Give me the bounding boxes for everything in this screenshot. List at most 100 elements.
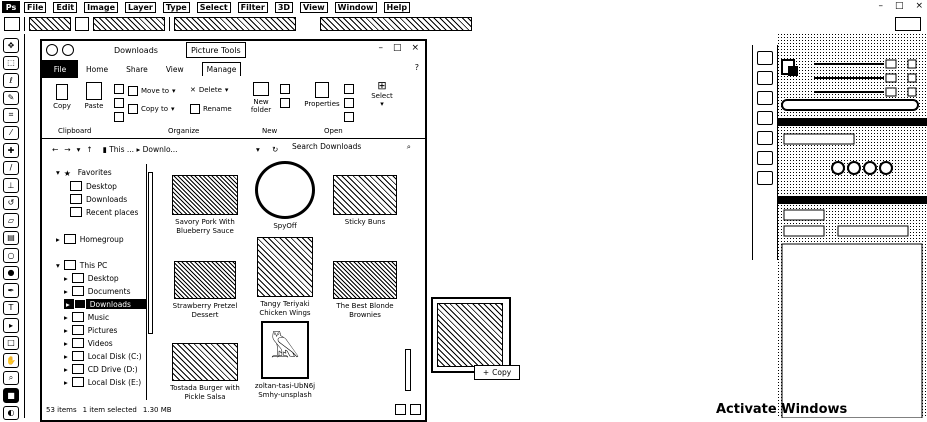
paste-shortcut-button[interactable] [114,112,124,122]
menu-image[interactable]: Image [84,1,119,13]
menu-filter[interactable]: Filter [237,1,268,13]
explorer-minimize-button[interactable]: – [378,43,383,53]
file-tile[interactable]: Tangy Teriyaki Chicken Wings [246,237,324,318]
path-select-icon[interactable]: ▸ [3,318,19,333]
new-item-button[interactable] [280,84,290,94]
recent-locations-icon[interactable]: ▾ [77,145,81,154]
layers-panel-icon[interactable] [757,171,773,185]
maximize-button[interactable]: □ [895,1,904,11]
pen-tool-icon[interactable]: ✒ [3,283,19,298]
search-icon[interactable]: ⌕ [407,142,411,152]
history-brush-icon[interactable]: ↺ [3,195,19,210]
stamp-tool-icon[interactable]: ⊥ [3,178,19,193]
nav-documents[interactable]: ▸ Documents [64,286,131,296]
open-button[interactable] [344,84,354,94]
zoom-tool-icon[interactable]: ⌕ [3,370,19,385]
eraser-tool-icon[interactable]: ▱ [3,213,19,228]
copy-path-button[interactable] [114,98,124,108]
file-tile[interactable]: SpyOff [246,161,324,231]
nav-scrollbar[interactable] [146,164,153,400]
explorer-close-button[interactable]: × [411,43,419,53]
file-tile[interactable]: 𓅓 zoltan-tasi-UbN6j Smhy-unsplash [246,321,324,400]
menu-help[interactable]: Help [383,1,411,13]
address-dropdown-icon[interactable]: ▾ [256,145,260,154]
blur-tool-icon[interactable]: ○ [3,248,19,263]
copy-to-button[interactable]: Copy to ▾ [128,104,175,114]
move-to-button[interactable]: Move to ▾ [128,86,176,96]
refresh-icon[interactable]: ↻ [272,145,278,154]
details-view-icon[interactable] [395,404,406,415]
crop-tool-icon[interactable]: ⌗ [3,108,19,123]
forward-icon[interactable]: → [64,145,70,154]
delete-button[interactable]: ✕ Delete ▾ [190,86,228,94]
cut-button[interactable] [114,84,124,94]
nav-pc-downloads[interactable]: ▸ Downloads [64,299,146,309]
option-toggle[interactable] [75,17,89,31]
menu-edit[interactable]: Edit [53,1,78,13]
adjustments-panel-icon[interactable] [757,131,773,145]
option-group-1[interactable] [29,17,71,31]
heal-tool-icon[interactable]: ✚ [3,143,19,158]
styles-panel-icon[interactable] [757,151,773,165]
marquee-tool-icon[interactable]: ⬚ [3,55,19,70]
menu-3d[interactable]: 3D [274,1,294,13]
content-scrollbar[interactable] [403,164,413,400]
hand-tool-icon[interactable]: ✋ [3,353,19,368]
type-tool-icon[interactable]: T [3,300,19,315]
up-icon[interactable]: ↑ [86,145,92,154]
copy-button[interactable]: Copy [52,84,72,110]
file-tile[interactable]: Strawberry Pretzel Dessert [166,261,244,320]
properties-panel-icon[interactable] [757,71,773,85]
nav-desktop[interactable]: Desktop [70,181,117,191]
workspace-switcher[interactable] [895,17,921,31]
close-button[interactable]: × [915,1,923,11]
lasso-tool-icon[interactable]: ℓ [3,73,19,88]
quick-access-icon[interactable] [46,44,58,56]
paste-button[interactable]: Paste [82,82,106,110]
quick-select-tool-icon[interactable]: ✎ [3,90,19,105]
nav-homegroup[interactable]: ▸ Homegroup [56,234,124,244]
character-panel-icon[interactable] [757,91,773,105]
rename-button[interactable]: Rename [190,104,232,114]
nav-music[interactable]: ▸ Music [64,312,109,322]
easy-access-button[interactable] [280,98,290,108]
shape-tool-icon[interactable]: □ [3,335,19,350]
dodge-tool-icon[interactable]: ● [3,265,19,280]
undo-icon[interactable] [62,44,74,56]
file-tile[interactable]: Savory Pork With Blueberry Sauce [166,175,244,236]
properties-button[interactable]: Properties [304,82,340,108]
menu-select[interactable]: Select [196,1,231,13]
move-tool-icon[interactable]: ✥ [3,38,19,53]
select-button[interactable]: ⊞ Select ▾ [368,80,396,108]
help-icon[interactable]: ? [415,63,419,72]
search-input[interactable]: Search Downloads [292,142,361,151]
option-group-3[interactable] [174,17,296,31]
nav-scroll-thumb[interactable] [148,172,153,334]
option-group-2[interactable] [93,17,165,31]
nav-local-c[interactable]: ▸ Local Disk (C:) [64,351,142,361]
minimize-button[interactable]: – [878,1,883,11]
tab-view[interactable]: View [166,65,184,74]
breadcrumb-this-pc[interactable]: This ... [109,145,134,154]
back-icon[interactable]: ← [52,145,58,154]
menu-file[interactable]: File [24,1,47,13]
nav-recent-places[interactable]: Recent places [70,207,138,217]
nav-videos[interactable]: ▸ Videos [64,338,113,348]
eyedropper-tool-icon[interactable]: ⁄ [3,125,19,140]
content-scroll-thumb[interactable] [405,349,411,391]
paragraph-panel-icon[interactable] [757,111,773,125]
gradient-tool-icon[interactable]: ▤ [3,230,19,245]
breadcrumb-downloads[interactable]: Downlo... [143,145,178,154]
history-button[interactable] [344,112,354,122]
nav-this-pc[interactable]: ▾ This PC [56,260,107,270]
tool-preset-picker[interactable] [4,17,20,31]
nav-local-e[interactable]: ▸ Local Disk (E:) [64,377,141,387]
nav-favorites[interactable]: ▾ ★ Favorites [56,168,112,178]
nav-pc-desktop[interactable]: ▸ Desktop [64,273,119,283]
tab-file[interactable]: File [42,60,78,78]
explorer-maximize-button[interactable]: □ [393,43,402,53]
nav-pictures[interactable]: ▸ Pictures [64,325,117,335]
brush-tool-icon[interactable]: / [3,160,19,175]
edit-button[interactable] [344,98,354,108]
tab-share[interactable]: Share [126,65,148,74]
